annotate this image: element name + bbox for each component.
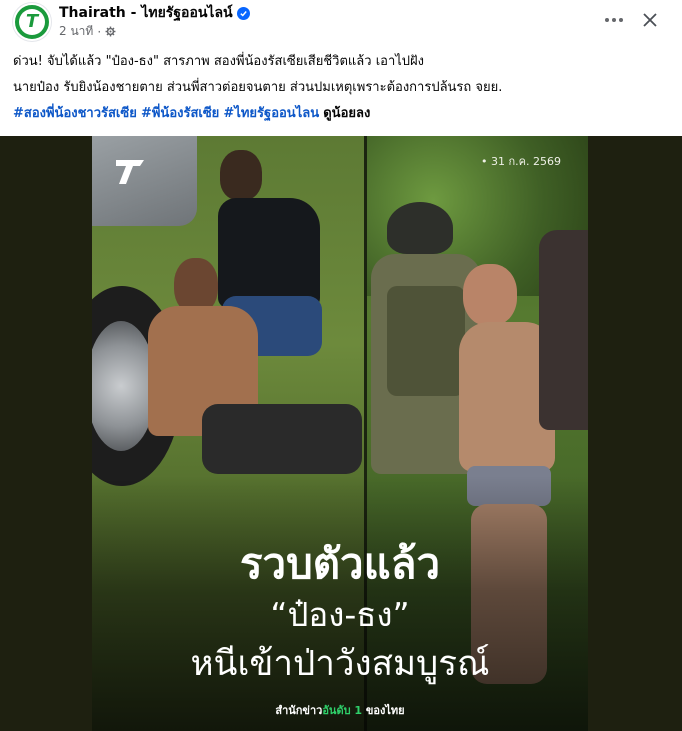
post-meta: 2 นาที ·	[59, 22, 116, 41]
thairath-logo-icon: T	[19, 9, 45, 35]
caption-line-1: ด่วน! จับได้แล้ว "ป๋อง-ธง" สารภาพ สองพี่…	[13, 54, 425, 69]
bystander	[539, 230, 588, 430]
post-image[interactable]: • 31 ก.ค. 2569 รวบตัวแล้ว “ป๋อง-ธง” หนีเ…	[0, 136, 682, 731]
news-card-image: • 31 ก.ค. 2569 รวบตัวแล้ว “ป๋อง-ธง” หนีเ…	[92, 136, 588, 731]
close-icon[interactable]	[636, 6, 664, 34]
post-header: T Thairath - ไทยรัฐออนไลน์ 2 นาที ·	[0, 0, 682, 44]
hashtag-link[interactable]: #ไทยรัฐออนไลน	[223, 106, 319, 121]
soldier-vest	[387, 286, 465, 396]
soldier-helmet	[387, 202, 453, 254]
dot	[619, 18, 623, 22]
gear-icon[interactable]	[105, 26, 116, 37]
page-name-row: Thairath - ไทยรัฐออนไลน์	[59, 2, 250, 24]
see-less-button[interactable]: ดูน้อยลง	[323, 106, 370, 121]
image-date: • 31 ก.ค. 2569	[481, 155, 561, 168]
footer-post: ของไทย	[362, 704, 405, 717]
thairath-watermark-icon	[116, 160, 144, 184]
suspect-legs	[202, 404, 362, 474]
page-name[interactable]: Thairath - ไทยรัฐออนไลน์	[59, 2, 233, 24]
post-caption: ด่วน! จับได้แล้ว "ป๋อง-ธง" สารภาพ สองพี่…	[13, 49, 673, 127]
prisoner-head	[463, 264, 517, 326]
avatar-letter: T	[25, 11, 39, 32]
hashtag-row: #สองพี่น้องชาวรัสเซีย #พี่น้องรัสเซีย #ไ…	[13, 101, 673, 127]
image-footer: สำนักข่าวอันดับ 1 ของไทย	[92, 701, 588, 719]
more-options-icon[interactable]	[600, 8, 628, 32]
footer-pre: สำนักข่าว	[275, 704, 323, 717]
officer-body	[218, 198, 320, 308]
officer-head	[220, 150, 262, 200]
dot	[605, 18, 609, 22]
facebook-post: T Thairath - ไทยรัฐออนไลน์ 2 นาที · ด่วน…	[0, 0, 682, 731]
footer-highlight: อันดับ 1	[322, 704, 363, 717]
dot	[612, 18, 616, 22]
hashtag-link[interactable]: #สองพี่น้องชาวรัสเซีย	[13, 106, 137, 121]
post-time[interactable]: 2 นาที	[59, 22, 93, 41]
meta-separator: ·	[97, 24, 102, 39]
hashtag-link[interactable]: #พี่น้องรัสเซีย	[141, 106, 219, 121]
verified-badge-icon	[236, 6, 250, 20]
image-subline: หนีเข้าป่าวังสมบูรณ์	[190, 644, 490, 684]
image-names: “ป๋อง-ธง”	[270, 595, 410, 634]
page-avatar[interactable]: T	[13, 3, 51, 41]
caption-line-2: นายป๋อง รับยิงน้องชายตาย ส่วนพี่สาวต่อยจ…	[13, 80, 503, 95]
